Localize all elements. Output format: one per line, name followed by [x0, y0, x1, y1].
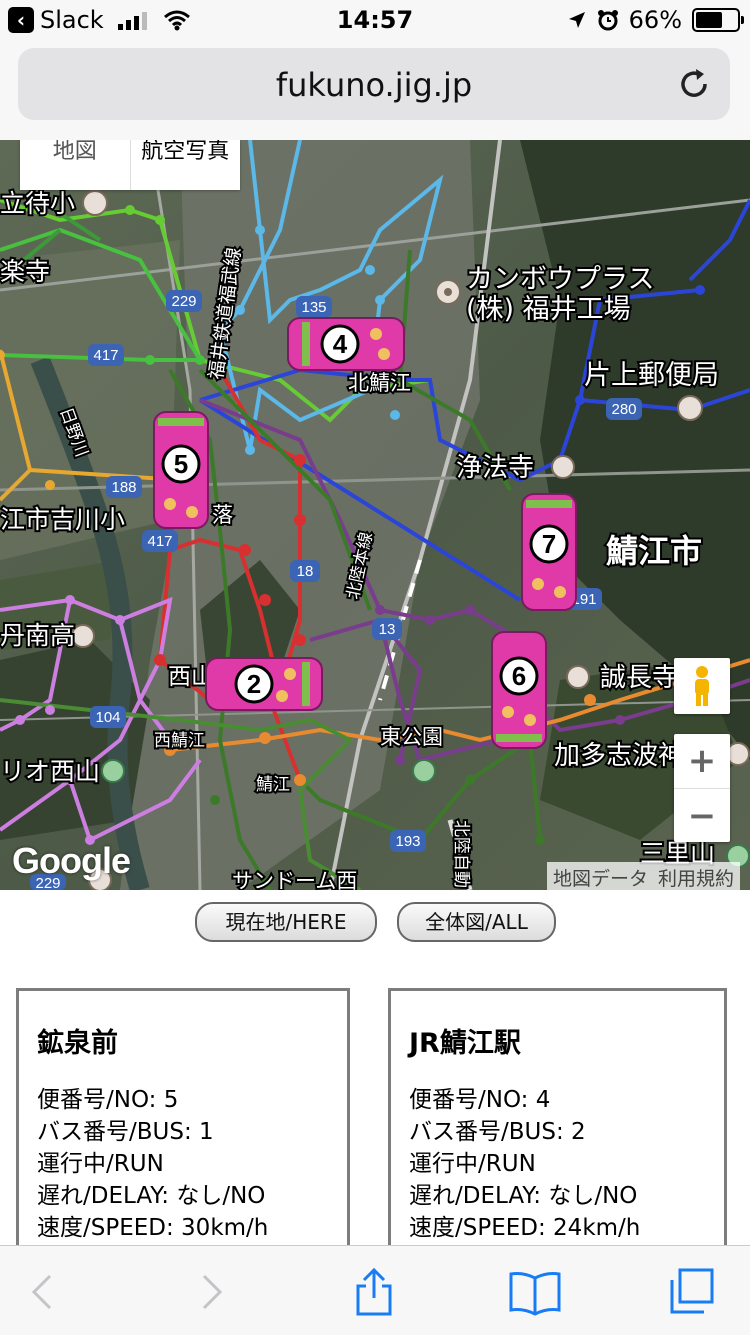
road-number: 229	[171, 293, 196, 310]
label-katakami: 片上郵便局	[584, 360, 719, 391]
url-text[interactable]: fukuno.jig.jp	[18, 66, 730, 104]
bus-number: 7	[542, 529, 556, 559]
street-view-button[interactable]	[674, 658, 730, 714]
bus-marker-7[interactable]: 7	[521, 493, 577, 611]
speed: 速度/SPEED: 24km/h	[409, 1215, 641, 1241]
zoom-in-button[interactable]: +	[674, 734, 730, 788]
stop-name: JR鯖江駅	[409, 1028, 521, 1059]
forward-icon[interactable]	[186, 1268, 234, 1316]
bus-marker-4[interactable]: 4	[287, 317, 405, 371]
map-type-map-button[interactable]: 地図	[20, 140, 130, 190]
road-number: 18	[297, 563, 314, 580]
browser-header: fukuno.jig.jp	[0, 42, 750, 140]
map-data-link[interactable]: 地図データ	[553, 864, 648, 890]
bus-number: バス番号/BUS: 2	[409, 1119, 586, 1145]
road-number: 104	[95, 709, 120, 726]
label-seichoji: 誠長寺	[600, 663, 678, 693]
label-kitasabae: 北鯖江	[348, 371, 411, 395]
bus-map[interactable]: 229 417 188 417 104 229 135 193 191 18 1…	[0, 140, 750, 890]
road-number: 417	[93, 347, 118, 364]
bus-number: 5	[174, 449, 188, 479]
battery-percent: 66%	[628, 6, 682, 34]
label-kanbo: カンボウプラス	[466, 264, 654, 295]
tabs-icon[interactable]	[668, 1268, 716, 1316]
address-bar[interactable]: fukuno.jig.jp	[18, 48, 730, 120]
bus-marker-5[interactable]: 5	[153, 411, 209, 529]
label-rio: リオ西山	[0, 757, 100, 786]
back-icon[interactable]	[20, 1268, 68, 1316]
label-katashiba: 加多志波神	[554, 741, 684, 771]
status-right: 66%	[567, 6, 744, 34]
bus-number: 4	[333, 329, 348, 359]
label-ochi: 落	[212, 503, 233, 527]
battery-fill	[696, 12, 723, 28]
bus-info-card: JR鯖江駅 便番号/NO: 4 バス番号/BUS: 2 運行中/RUN 遅れ/D…	[388, 988, 727, 1278]
label-tachimachi: 立待小	[0, 189, 75, 218]
run-status: 運行中/RUN	[409, 1151, 536, 1177]
reload-icon[interactable]	[676, 66, 712, 102]
delay-status: 遅れ/DELAY: なし/NO	[409, 1183, 638, 1209]
label-sundome: サンドーム西	[232, 869, 357, 890]
label-nannan: 丹南高	[0, 621, 75, 650]
delay-status: 遅れ/DELAY: なし/NO	[37, 1183, 266, 1209]
label-yoshikawa: 江市吉川小	[0, 505, 125, 534]
map-attribution: 地図データ 利用規約	[546, 862, 740, 890]
map-canvas[interactable]: 229 417 188 417 104 229 135 193 191 18 1…	[0, 140, 750, 890]
stop-name: 鉱泉前	[37, 1028, 118, 1059]
bus-info-card: 鉱泉前 便番号/NO: 5 バス番号/BUS: 1 運行中/RUN 遅れ/DEL…	[16, 988, 350, 1278]
trip-number: 便番号/NO: 5	[37, 1087, 179, 1113]
label-higashi-park: 東公園	[380, 725, 443, 749]
speed: 速度/SPEED: 30km/h	[37, 1215, 269, 1241]
bus-number: バス番号/BUS: 1	[37, 1119, 214, 1145]
map-type-satellite-button[interactable]: 航空写真	[129, 140, 241, 190]
battery-icon	[692, 8, 744, 32]
label-nishisabae: 西鯖江	[154, 731, 205, 751]
run-status: 運行中/RUN	[37, 1151, 164, 1177]
alarm-icon	[597, 10, 618, 31]
bus-marker-2[interactable]: 2	[205, 657, 323, 711]
map-type-control: 地図 航空写真	[20, 140, 240, 190]
browser-toolbar	[0, 1245, 750, 1335]
road-number: 135	[301, 299, 326, 316]
bus-marker-6[interactable]: 6	[491, 631, 547, 749]
label-hokuriku-expressway: 北陸自動	[451, 820, 471, 888]
label-kotera: 楽寺	[0, 257, 50, 286]
location-arrow-icon	[568, 12, 585, 28]
share-icon[interactable]	[350, 1268, 398, 1316]
status-bar: ‹ Slack 14:57 66%	[0, 0, 750, 42]
road-number: 417	[147, 533, 172, 550]
trip-number: 便番号/NO: 4	[409, 1087, 551, 1113]
here-button[interactable]: 現在地/HERE	[195, 902, 377, 942]
zoom-out-button[interactable]: −	[674, 788, 730, 843]
road-number: 13	[379, 621, 396, 638]
pegman-icon	[695, 666, 709, 706]
label-kanbo2: (株) 福井工場	[466, 294, 631, 325]
map-controls-row: 現在地/HERE 全体図/ALL	[0, 902, 750, 942]
road-number: 188	[111, 479, 136, 496]
google-logo: Google	[12, 840, 131, 881]
all-button[interactable]: 全体図/ALL	[397, 902, 556, 942]
label-jouhouji: 浄法寺	[456, 453, 534, 483]
bookmarks-icon[interactable]	[508, 1268, 562, 1316]
terms-link[interactable]: 利用規約	[658, 864, 734, 890]
road-number: 193	[395, 833, 420, 850]
road-number: 280	[611, 401, 636, 418]
zoom-control: + −	[674, 734, 730, 842]
bus-number: 2	[247, 669, 261, 699]
label-sabae-station: 鯖江	[256, 775, 290, 795]
bus-number: 6	[512, 661, 526, 691]
label-sabae-city: 鯖江市	[606, 532, 702, 570]
